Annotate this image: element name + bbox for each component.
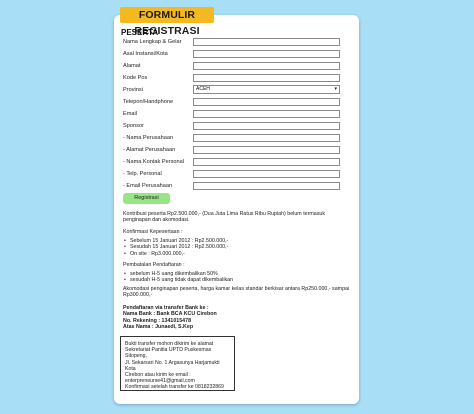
input-email[interactable] (193, 110, 340, 118)
list-item: On site : Rp3.000.000,- (123, 251, 228, 258)
confirm-title: Konfirmasi Kepesertaan : (123, 229, 183, 235)
cancel-list: sebelum H-5 uang dikembalikan 50% sesuda… (123, 271, 233, 284)
label-nama-kontak: - Nama Kontak Personal (123, 159, 184, 165)
bank-line: Nama Bank : Bank BCA KCU Cirebon (123, 311, 217, 318)
input-nama-lengkap[interactable] (193, 38, 340, 46)
bank-line: Atas Nama : Junaedi, S.Kep (123, 324, 194, 331)
label-telp-personal: - Telp. Personal (123, 171, 162, 177)
label-kode-pos: Kode Pos (123, 75, 148, 81)
input-alamat[interactable] (193, 62, 340, 70)
form-title: FORMULIR REGISTRASI (120, 7, 214, 37)
label-email-perusahaan: - Email Perusahaan (123, 183, 173, 189)
list-item: sesudah H-5 uang tidak dapat dikembalika… (123, 277, 233, 284)
input-nama-perusahaan[interactable] (193, 134, 340, 142)
label-telepon: Telepon/Handphone (123, 99, 174, 105)
section-title: PESERTA (121, 28, 159, 37)
select-provinsi[interactable]: ACEH ▾ (193, 85, 340, 94)
chevron-down-icon: ▾ (334, 86, 337, 92)
label-email: Email (123, 111, 137, 117)
label-asal-instansi: Asal Instansi/Kota (123, 51, 168, 57)
label-nama-perusahaan: - Nama Perusahaan (123, 135, 174, 141)
transfer-note-box: Bukti transfer mohon dikirim ke alamat S… (120, 336, 235, 391)
bank-info: Pendaftaran via transfer Bank ke : Nama … (123, 305, 217, 331)
label-provinsi: Provinsi (123, 87, 143, 93)
input-email-perusahaan[interactable] (193, 182, 340, 190)
input-telp-personal[interactable] (193, 170, 340, 178)
label-sponsor: Sponsor (123, 123, 144, 129)
input-alamat-perusahaan[interactable] (193, 146, 340, 154)
input-asal-instansi[interactable] (193, 50, 340, 58)
label-alamat: Alamat (123, 63, 141, 69)
select-provinsi-value: ACEH (196, 86, 210, 92)
cancel-title: Pembatalan Pendaftaran : (123, 262, 185, 268)
registrasi-button[interactable]: Registrasi (123, 193, 170, 204)
note-line: Jl. Sekarsari No. 1 Argasunya Harjamukti… (125, 359, 220, 372)
confirm-list: Sebelum 15 Januari 2012 : Rp2.500.000,- … (123, 238, 228, 258)
note-line: Konfirmasi setelah transfer ke 081823286… (125, 384, 224, 391)
label-nama-lengkap: Nama Lengkap & Gelar (123, 39, 182, 45)
accommodation-text: Akomodasi penginapan peserta, harga kama… (123, 286, 350, 299)
contribution-text: Kontribusi peserta Rp2.500.000,- (Dua Ju… (123, 211, 325, 224)
input-sponsor[interactable] (193, 122, 340, 130)
input-telepon[interactable] (193, 98, 340, 106)
label-alamat-perusahaan: - Alamat Perusahaan (123, 147, 176, 153)
input-nama-kontak[interactable] (193, 158, 340, 166)
input-kode-pos[interactable] (193, 74, 340, 82)
